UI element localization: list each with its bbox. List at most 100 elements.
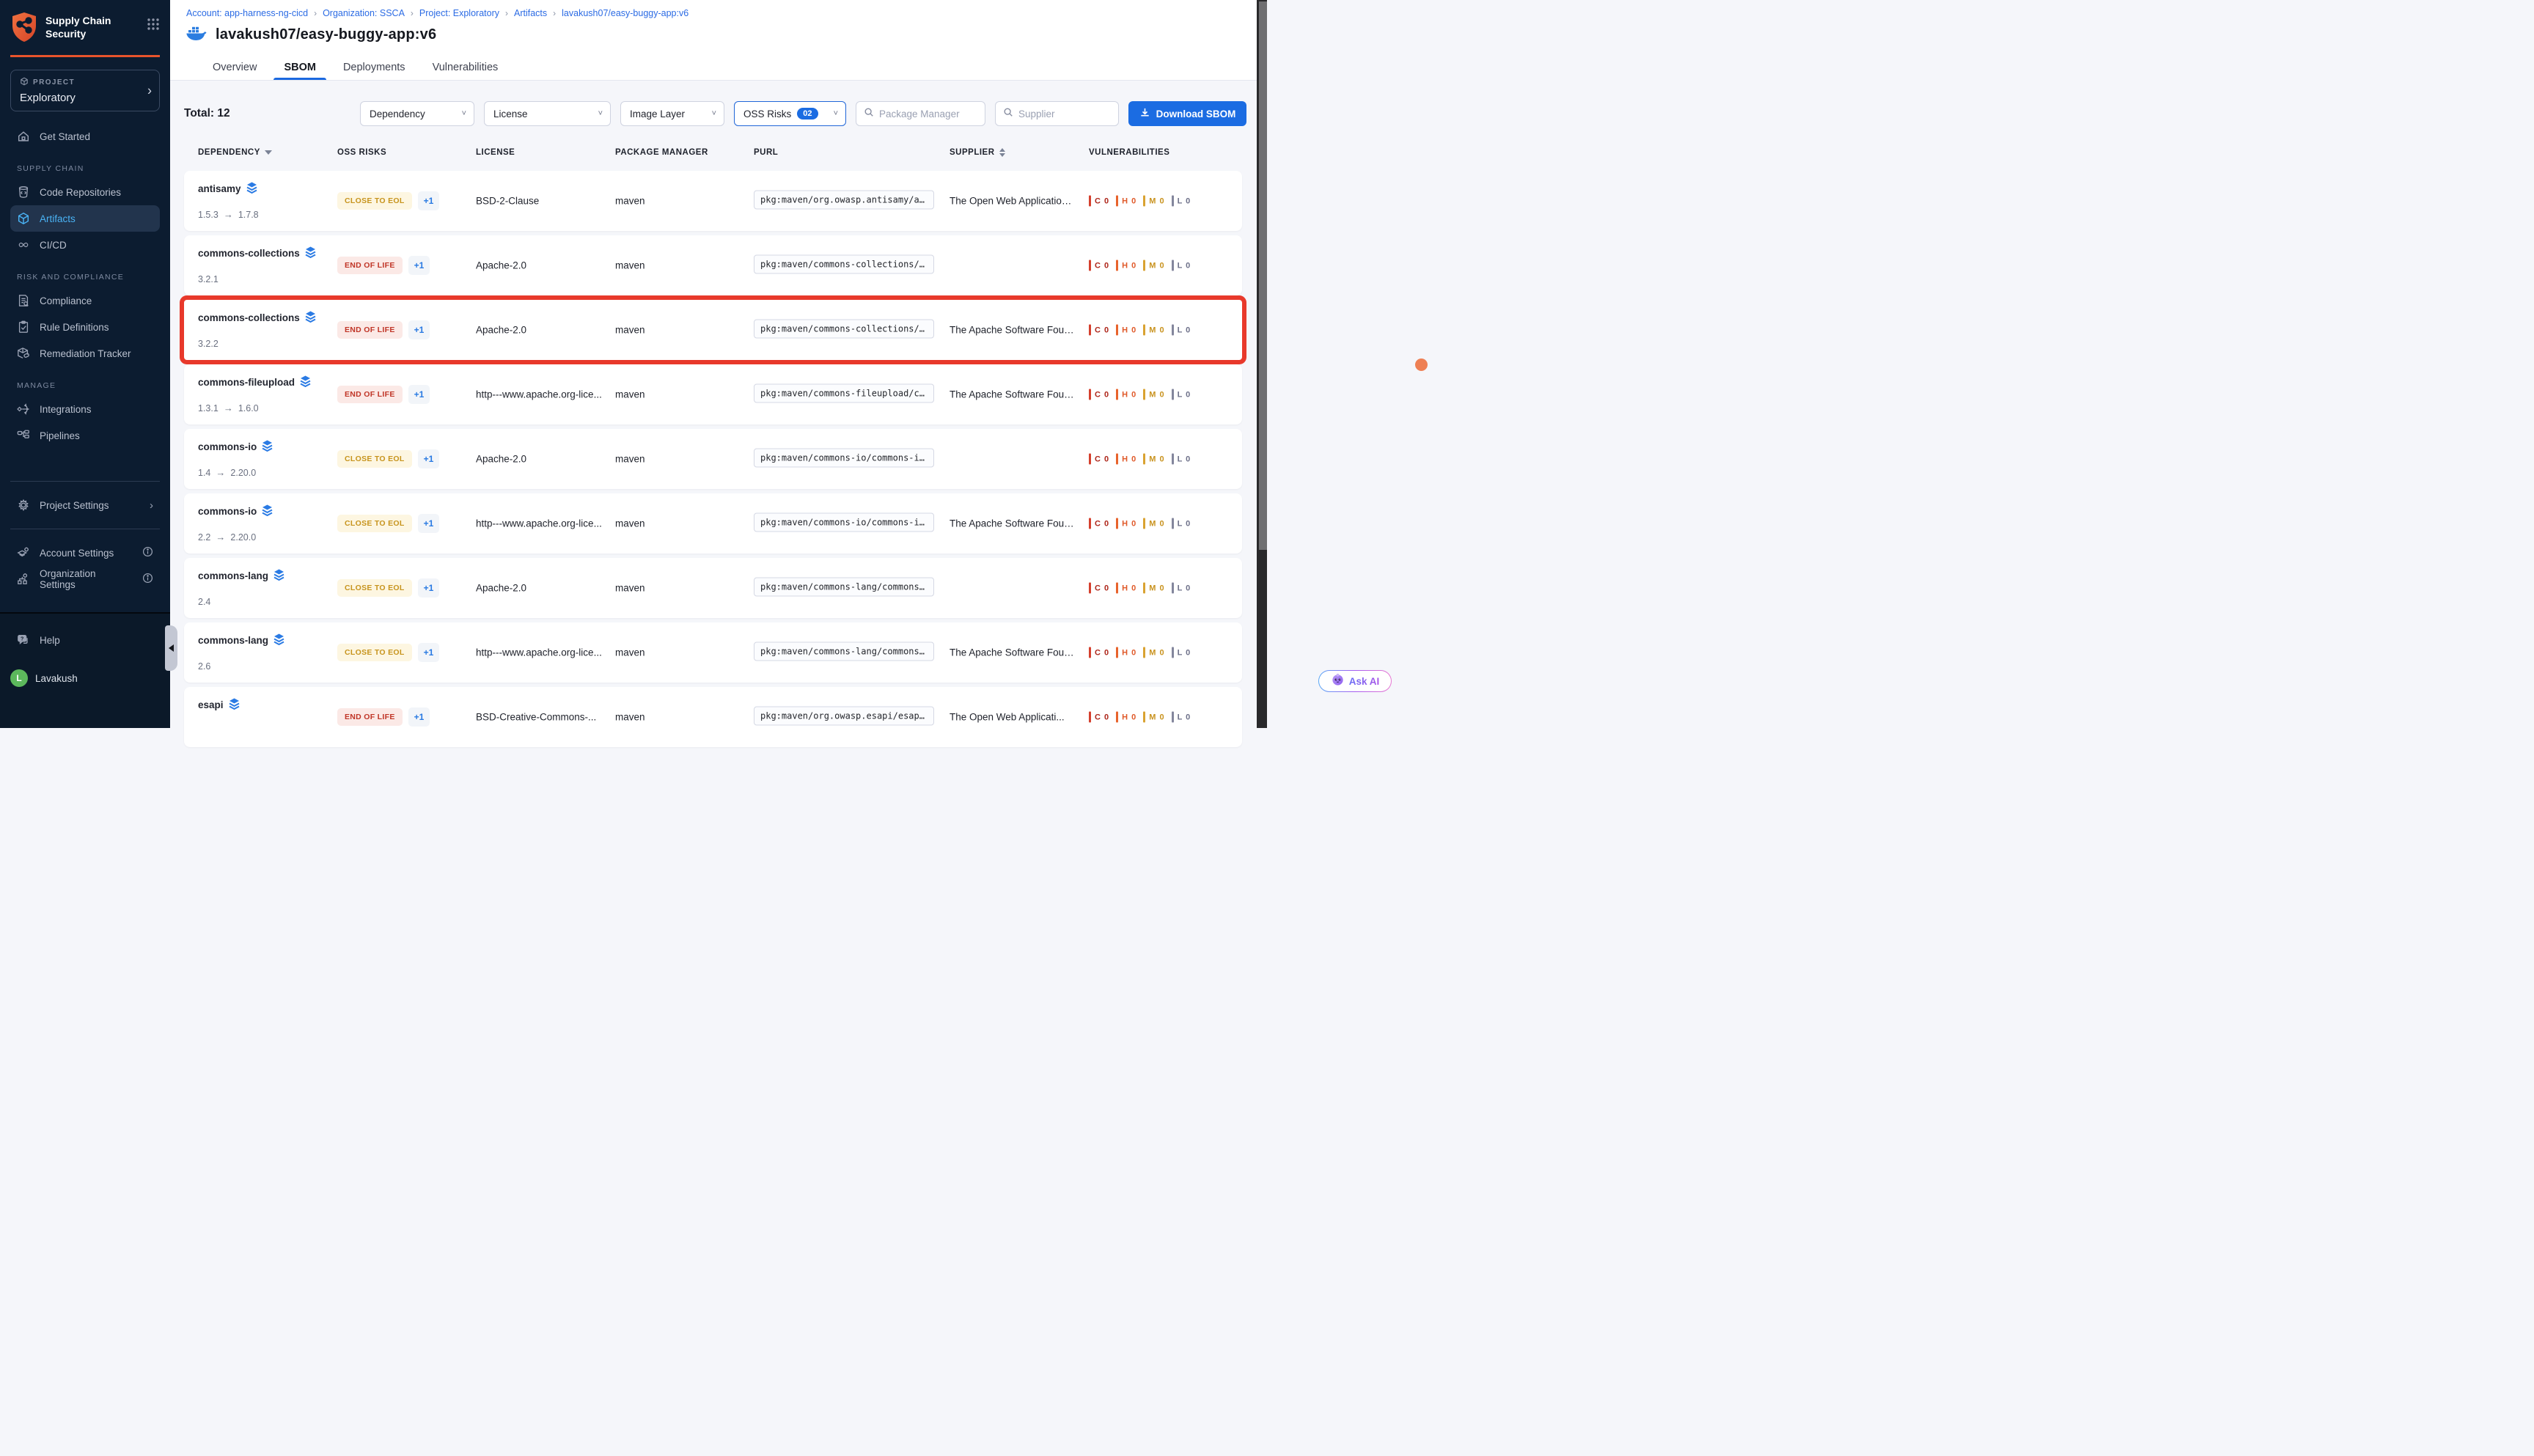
- tab-vulnerabilities[interactable]: Vulnerabilities: [431, 55, 500, 80]
- more-risks-chip[interactable]: +1: [408, 385, 430, 404]
- sidebar-item-compliance[interactable]: Compliance: [10, 287, 160, 314]
- dependency-cell: commons-collections 3.2.1 →: [198, 235, 334, 295]
- info-icon[interactable]: [142, 546, 153, 560]
- supplier-search: [995, 101, 1119, 126]
- table-row[interactable]: commons-io 1.4 → 2.20.0 CLOSE TO EOL +1 …: [184, 429, 1242, 489]
- column-header-license: LICENSE: [476, 148, 515, 157]
- table-row[interactable]: commons-collections 3.2.2 → END OF LIFE …: [184, 300, 1242, 360]
- tab-sbom[interactable]: SBOM: [282, 55, 317, 80]
- risk-badge: END OF LIFE: [337, 386, 403, 403]
- dependency-filter-select[interactable]: Dependency ˅: [360, 101, 474, 126]
- sidebar-item-organization-settings[interactable]: Organization Settings: [10, 566, 160, 592]
- dependency-cell: commons-lang 2.6 →: [198, 622, 334, 683]
- module-grid-icon[interactable]: [147, 18, 160, 34]
- chevron-down-icon: ˅: [706, 109, 716, 118]
- oss-risks-cell: END OF LIFE +1: [337, 707, 430, 727]
- scrollbar-thumb[interactable]: [1259, 1, 1267, 550]
- oss-risks-filter-select[interactable]: OSS Risks 02 ˅: [734, 101, 846, 126]
- license-cell: Apache-2.0: [476, 325, 606, 336]
- table-row[interactable]: commons-lang 2.6 → CLOSE TO EOL +1 http-…: [184, 622, 1242, 683]
- more-risks-chip[interactable]: +1: [418, 643, 440, 662]
- layers-icon: [262, 504, 273, 518]
- column-header-supplier[interactable]: SUPPLIER: [950, 148, 1005, 157]
- package-manager-cell: maven: [615, 712, 645, 723]
- gear-icon: [17, 499, 30, 512]
- version-range: 1.5.3 → 1.7.8: [198, 209, 259, 220]
- more-risks-chip[interactable]: +1: [418, 514, 440, 533]
- breadcrumb-project[interactable]: Project: Exploratory: [419, 8, 499, 18]
- supplier-cell: The Apache Software Foun...: [950, 518, 1076, 529]
- purl-value: pkg:maven/commons-collections/co…: [754, 320, 934, 339]
- table-row[interactable]: commons-fileupload 1.3.1 → 1.6.0 END OF …: [184, 364, 1242, 424]
- more-risks-chip[interactable]: +1: [418, 449, 440, 468]
- table-row[interactable]: commons-io 2.2 → 2.20.0 CLOSE TO EOL +1 …: [184, 493, 1242, 554]
- license-filter-select[interactable]: License ˅: [484, 101, 611, 126]
- project-selector[interactable]: PROJECT Exploratory ›: [10, 70, 160, 111]
- high-count: H 0: [1116, 712, 1136, 723]
- risk-badge: END OF LIFE: [337, 321, 403, 339]
- table-row[interactable]: commons-lang 2.4 → CLOSE TO EOL +1 Apach…: [184, 558, 1242, 618]
- download-sbom-button[interactable]: Download SBOM: [1128, 101, 1246, 126]
- more-risks-chip[interactable]: +1: [418, 191, 440, 210]
- sidebar-collapse-handle[interactable]: [165, 625, 177, 671]
- medium-count: M 0: [1143, 389, 1164, 400]
- sidebar-item-help[interactable]: ? Help: [10, 627, 160, 653]
- sidebar-item-account-settings[interactable]: Account Settings: [10, 540, 160, 566]
- sidebar-item-artifacts[interactable]: Artifacts: [10, 205, 160, 232]
- chevron-right-icon: ›: [147, 83, 152, 98]
- supplier-cell: The Apache Software Foun...: [950, 647, 1076, 658]
- ask-ai-button[interactable]: Ask AI: [1318, 670, 1392, 692]
- column-header-dependency[interactable]: DEPENDENCY: [198, 148, 272, 157]
- more-risks-chip[interactable]: +1: [408, 320, 430, 339]
- package-manager-cell: maven: [615, 518, 645, 529]
- image-layer-filter-select[interactable]: Image Layer ˅: [620, 101, 724, 126]
- sidebar-item-integrations[interactable]: Integrations: [10, 396, 160, 422]
- critical-count: C 0: [1089, 389, 1109, 400]
- sidebar-item-code-repositories[interactable]: Code Repositories: [10, 179, 160, 205]
- breadcrumb: Account: app-harness-ng-cicd› Organizati…: [186, 0, 1267, 18]
- column-header-package-manager: PACKAGE MANAGER: [615, 148, 708, 157]
- user-name: Lavakush: [35, 673, 78, 684]
- download-icon: [1139, 107, 1150, 120]
- table-row[interactable]: antisamy 1.5.3 → 1.7.8 CLOSE TO EOL +1 B…: [184, 171, 1242, 231]
- breadcrumb-account[interactable]: Account: app-harness-ng-cicd: [186, 8, 308, 18]
- user-menu[interactable]: L Lavakush: [10, 669, 160, 687]
- oss-risks-cell: END OF LIFE +1: [337, 320, 430, 339]
- sidebar-item-project-settings[interactable]: Project Settings ›: [10, 492, 160, 518]
- info-icon[interactable]: [142, 573, 153, 587]
- vulnerabilities-cell: C 0 H 0 M 0 L 0: [1089, 389, 1191, 400]
- oss-risks-cell: CLOSE TO EOL +1: [337, 449, 439, 468]
- purl-value: pkg:maven/commons-lang/commons-l…: [754, 642, 934, 661]
- tab-deployments[interactable]: Deployments: [342, 55, 407, 80]
- package-manager-search-input[interactable]: [879, 109, 977, 120]
- page-scrollbar[interactable]: [1257, 0, 1267, 728]
- purl-value: pkg:maven/org.owasp.esapi/esapi@…: [754, 707, 934, 726]
- cube-icon: [20, 77, 29, 88]
- low-count: L 0: [1172, 260, 1191, 271]
- tab-overview[interactable]: Overview: [211, 55, 258, 80]
- more-risks-chip[interactable]: +1: [408, 256, 430, 275]
- more-risks-chip[interactable]: +1: [408, 707, 430, 727]
- breadcrumb-organization[interactable]: Organization: SSCA: [323, 8, 405, 18]
- breadcrumb-artifact[interactable]: lavakush07/easy-buggy-app:v6: [562, 8, 688, 18]
- sidebar-item-rule-definitions[interactable]: Rule Definitions: [10, 314, 160, 340]
- breadcrumb-artifacts[interactable]: Artifacts: [514, 8, 547, 18]
- dependency-cell: commons-fileupload 1.3.1 → 1.6.0: [198, 364, 334, 424]
- brand-divider: [10, 55, 160, 57]
- vulnerabilities-cell: C 0 H 0 M 0 L 0: [1089, 583, 1191, 594]
- sidebar-item-get-started[interactable]: Get Started: [10, 123, 160, 150]
- more-risks-chip[interactable]: +1: [418, 578, 440, 598]
- sidebar-item-pipelines[interactable]: Pipelines: [10, 422, 160, 449]
- purl-cell: pkg:maven/commons-lang/commons-l…: [754, 578, 934, 599]
- medium-count: M 0: [1143, 260, 1164, 271]
- annotation-dot: [1415, 359, 1428, 371]
- home-icon: [17, 130, 30, 143]
- sidebar-item-cicd[interactable]: CI/CD: [10, 232, 160, 258]
- supplier-search-input[interactable]: [1018, 109, 1111, 120]
- sidebar-item-remediation-tracker[interactable]: Remediation Tracker: [10, 340, 160, 367]
- chevron-down-icon: ˅: [828, 109, 838, 118]
- medium-count: M 0: [1143, 518, 1164, 529]
- version-range: 2.4 →: [198, 597, 216, 607]
- table-row[interactable]: esapi → END OF LIFE +1 BSD-Creative-Comm…: [184, 687, 1242, 747]
- table-row[interactable]: commons-collections 3.2.1 → END OF LIFE …: [184, 235, 1242, 295]
